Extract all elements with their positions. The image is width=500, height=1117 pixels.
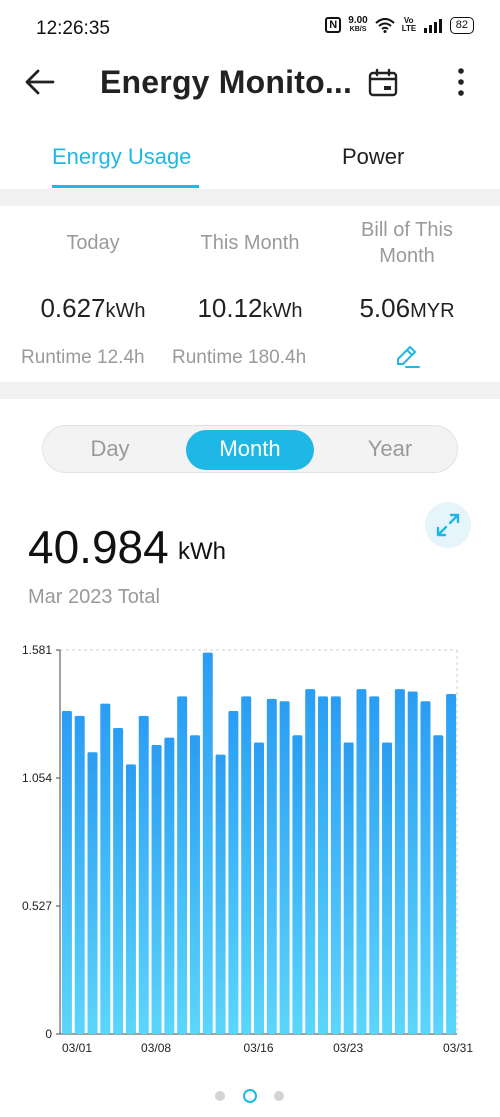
chart-bar-03/01 (61, 710, 72, 1034)
nfc-icon: N (325, 17, 342, 33)
expand-icon (436, 513, 460, 537)
status-icons: N 9.00 KB/S Vo LTE 82 (325, 16, 474, 34)
x-tick-label: 03/16 (243, 1041, 273, 1055)
back-arrow-icon[interactable] (24, 66, 56, 98)
chart-bar-03/23 (343, 742, 354, 1034)
y-tick-label: 0.527 (22, 899, 52, 913)
chart-bar-03/24 (356, 689, 367, 1034)
chart-bar-03/16 (254, 742, 264, 1034)
today-value: 0.627kWh (20, 293, 166, 324)
x-tick-label: 03/31 (443, 1041, 473, 1055)
this-month-value: 10.12kWh (176, 293, 324, 324)
period-month[interactable]: Month (186, 425, 314, 473)
page-dot-2-active[interactable] (243, 1089, 257, 1103)
chart-bar-03/03 (87, 752, 98, 1034)
today-number: 0.627 (40, 293, 106, 323)
tab-power[interactable]: Power (342, 144, 404, 170)
y-tick-label: 1.581 (22, 643, 52, 657)
section-divider (0, 189, 500, 206)
total-value: 40.984 (28, 521, 169, 573)
chart-bar-03/31 (446, 693, 457, 1034)
volte-icon: Vo LTE (401, 16, 417, 33)
chart-bar-03/10 (177, 696, 188, 1034)
bill-unit: MYR (410, 300, 455, 322)
chart-bar-03/13 (215, 754, 226, 1034)
battery-icon: 82 (449, 16, 474, 34)
network-speed: 9.00 KB/S (348, 16, 367, 34)
more-vertical-icon[interactable] (446, 66, 476, 98)
chart-bar-03/30 (433, 735, 444, 1034)
bill-label: Bill of This Month (334, 217, 480, 269)
chart-bar-03/28 (407, 691, 418, 1034)
chart-bar-03/17 (266, 698, 277, 1034)
chart-bar-03/21 (318, 696, 329, 1034)
bill-number: 5.06 (359, 293, 411, 323)
tab-energy-usage[interactable]: Energy Usage (52, 144, 191, 170)
total-unit: kWh (178, 538, 226, 565)
x-tick-label: 03/23 (333, 1041, 363, 1055)
speed-value: 9.00 (348, 15, 368, 26)
x-tick-label: 03/08 (141, 1041, 171, 1055)
signal-icon (423, 18, 442, 33)
today-unit: kWh (105, 300, 146, 322)
chart-bar-03/20 (305, 689, 316, 1034)
this-month-label: This Month (200, 232, 300, 254)
chart-bar-03/11 (189, 735, 200, 1034)
chart-bar-03/05 (113, 727, 124, 1034)
status-time: 12:26:35 (36, 18, 110, 39)
this-month-number: 10.12 (197, 293, 263, 323)
active-tab-indicator (52, 185, 199, 188)
period-year[interactable]: Year (326, 425, 454, 473)
this-month-runtime: Runtime 180.4h (172, 347, 307, 368)
period-day[interactable]: Day (46, 425, 174, 473)
x-tick-label: 03/01 (62, 1041, 92, 1055)
today-runtime: Runtime 12.4h (21, 347, 145, 368)
section-divider (0, 382, 500, 399)
page-title: Energy Monito... (100, 64, 353, 100)
chart-bar-03/15 (241, 696, 252, 1034)
chart-bar-03/02 (74, 715, 85, 1034)
chart-bar-03/25 (369, 696, 380, 1034)
chart-bar-03/29 (420, 701, 431, 1034)
page-dot-3[interactable] (274, 1091, 284, 1101)
chart-bar-03/14 (228, 710, 239, 1034)
chart-bar-03/12 (202, 652, 213, 1034)
chart-bar-03/22 (330, 696, 341, 1034)
chart-bar-03/07 (138, 715, 149, 1034)
total-caption: Mar 2023 Total (28, 586, 160, 608)
page-dot-1[interactable] (215, 1091, 225, 1101)
chart-bar-03/06 (125, 764, 136, 1034)
chart-bar-03/19 (292, 735, 303, 1034)
speed-unit: KB/S (349, 26, 367, 33)
today-label: Today (66, 232, 120, 254)
energy-bar-chart: 0 0.527 1.054 1.581 03/01 03/08 03/16 03/23 03/3… (22, 643, 473, 1055)
y-tick-label: 0 (45, 1027, 52, 1041)
edit-pencil-icon[interactable] (394, 343, 420, 369)
y-tick-label: 1.054 (22, 771, 52, 785)
chart-bar-03/18 (279, 701, 290, 1034)
this-month-unit: kWh (262, 300, 303, 322)
bill-value: 5.06MYR (334, 293, 480, 324)
expand-button[interactable] (425, 502, 471, 548)
calendar-icon[interactable] (368, 68, 398, 98)
bill-label-line2: Month (379, 245, 435, 267)
chart-bar-03/08 (151, 744, 162, 1034)
chart-bar-03/04 (100, 703, 111, 1034)
bill-label-line1: Bill of This (361, 219, 453, 241)
chart-bar-03/26 (382, 742, 393, 1034)
chart-bar-03/27 (394, 689, 405, 1034)
wifi-icon (375, 17, 395, 33)
chart-bar-03/09 (164, 737, 175, 1034)
